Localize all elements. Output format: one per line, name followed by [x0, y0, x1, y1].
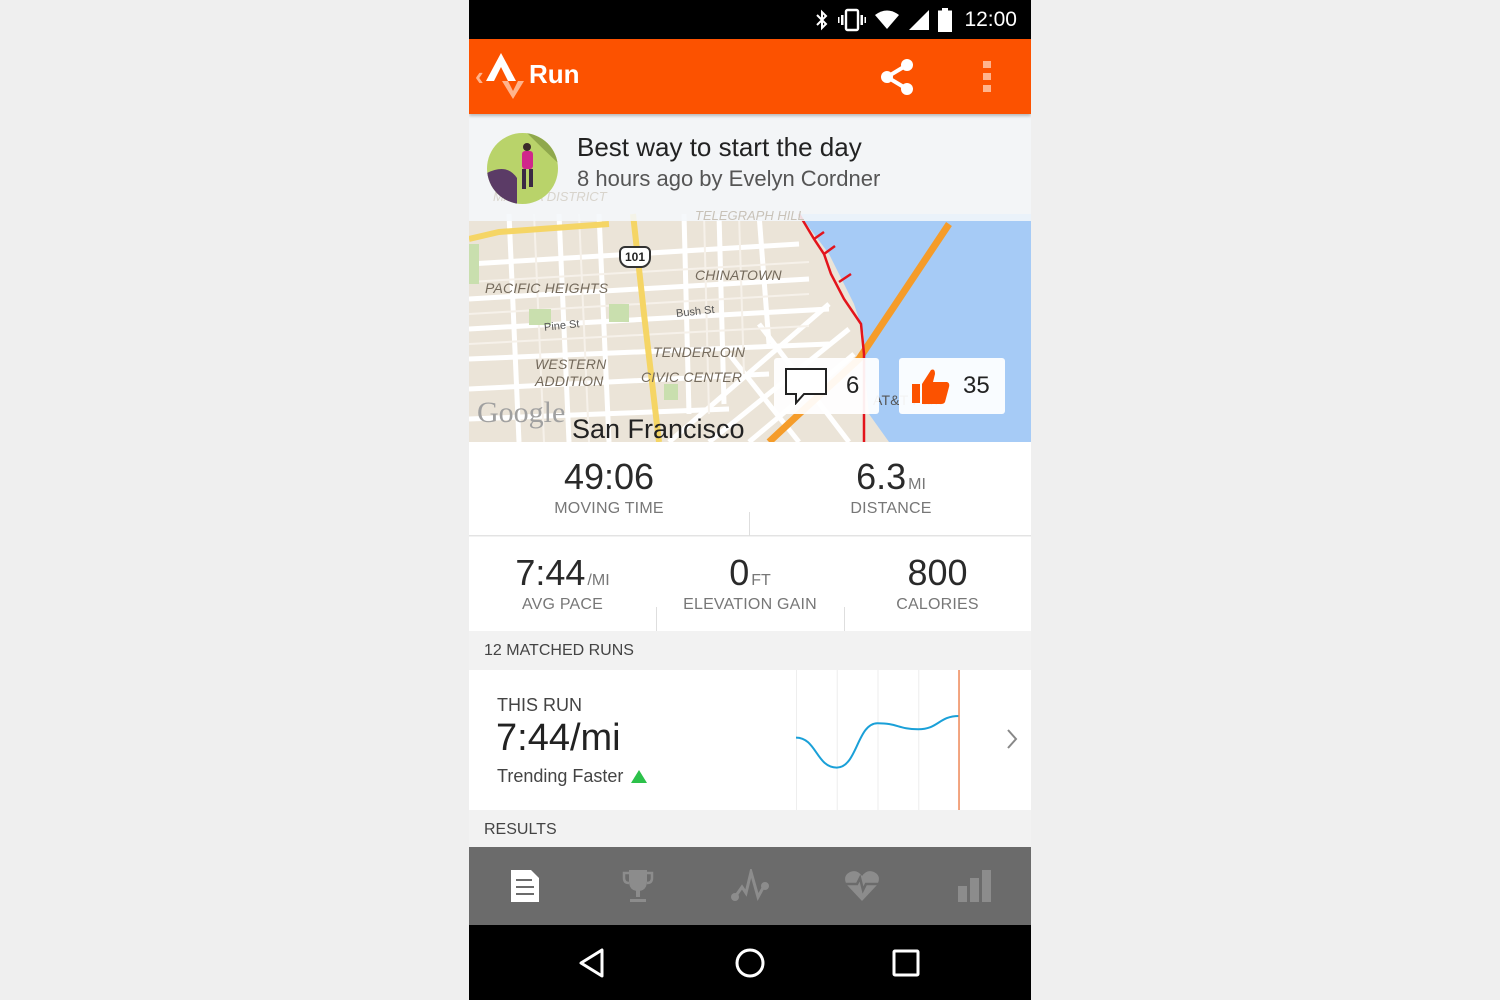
stat-label: AVG PACE — [521, 596, 604, 613]
app-bar: ‹ Run — [469, 39, 1031, 114]
matched-runs-header: 12 MATCHED RUNS — [469, 632, 1031, 670]
map-label: TELEGRAPH HILL — [695, 208, 805, 223]
phone-screen: 12:00 ‹ Run PACIFIC HEIGHTS CHINATOWN TE… — [469, 0, 1031, 1000]
battery-icon — [938, 8, 953, 32]
stat-moving-time: 49:06 MOVING TIME — [489, 456, 729, 518]
kudos-count: 35 — [963, 372, 990, 399]
comment-icon — [785, 368, 827, 405]
this-run-label: THIS RUN — [497, 695, 582, 715]
stat-label: MOVING TIME — [554, 500, 664, 517]
map-label: WESTERN — [535, 356, 607, 372]
map-label: PACIFIC HEIGHTS — [485, 280, 609, 296]
map-label: TENDERLOIN — [653, 344, 746, 360]
activity-header: MARINA DISTRICT TELEGRAPH HILL Best way … — [469, 114, 1031, 223]
results-header: RESULTS — [469, 811, 1031, 849]
stat-value: 6.3 — [856, 456, 907, 497]
share-icon[interactable] — [877, 57, 917, 97]
up-navigation-button[interactable]: ‹ — [475, 61, 484, 92]
pace-sparkline — [796, 670, 960, 810]
document-icon — [511, 870, 540, 902]
trend-indicator: Trending Faster — [497, 766, 648, 787]
more-vert-icon[interactable] — [977, 57, 997, 97]
map-label: CHINATOWN — [695, 267, 782, 283]
stat-label: DISTANCE — [850, 500, 932, 517]
app-bar-title: Run — [529, 59, 580, 89]
stats-row-primary: 49:06 MOVING TIME 6.3 MI DISTANCE — [469, 442, 1031, 536]
stat-unit: FT — [751, 572, 771, 589]
stats-row-secondary: 7:44/MI AVG PACE 0 FT ELEVATION GAIN 800 … — [469, 537, 1031, 631]
stat-value: 800 — [907, 552, 968, 593]
stat-value: 7:44 — [515, 552, 586, 593]
tab-analysis[interactable] — [694, 847, 806, 925]
this-run-pace: 7:44/mi — [496, 717, 621, 759]
stat-value: 0 — [729, 552, 750, 593]
bluetooth-icon — [816, 9, 828, 31]
cell-signal-icon — [909, 10, 930, 30]
stat-distance: 6.3 MI DISTANCE — [771, 456, 1011, 518]
thumbs-up-icon — [912, 369, 950, 404]
tab-splits[interactable] — [919, 847, 1031, 925]
tab-achievements[interactable] — [581, 847, 693, 925]
stat-label: ELEVATION GAIN — [683, 596, 817, 613]
google-attribution: Google — [477, 396, 566, 429]
divider — [749, 512, 750, 536]
activity-title: Best way to start the day — [577, 132, 862, 162]
system-nav-bar — [469, 925, 1031, 1000]
stat-avg-pace: 7:44/MI AVG PACE — [469, 552, 656, 614]
activity-subtitle: 8 hours ago by Evelyn Cordner — [577, 166, 881, 191]
matched-runs-card[interactable]: THIS RUN 7:44/mi Trending Faster — [469, 670, 1031, 810]
tab-heart-rate[interactable] — [806, 847, 918, 925]
map-city-label: San Francisco — [572, 414, 745, 442]
stat-label: CALORIES — [896, 596, 979, 613]
bottom-tab-bar — [469, 847, 1031, 925]
pulse-line-icon — [731, 869, 770, 901]
comments-count: 6 — [846, 372, 860, 399]
tab-overview[interactable] — [469, 847, 581, 925]
trophy-icon — [622, 870, 653, 902]
heart-rate-icon — [845, 871, 880, 901]
highway-shield: 101 — [619, 246, 651, 268]
vibrate-icon — [838, 8, 867, 32]
back-icon[interactable] — [576, 945, 612, 981]
status-bar: 12:00 — [469, 0, 1031, 39]
wifi-icon — [875, 10, 900, 29]
comments-button[interactable]: 6 — [774, 358, 879, 414]
home-icon[interactable] — [732, 945, 768, 981]
athlete-avatar[interactable] — [487, 133, 558, 204]
map-label: CIVIC CENTER — [641, 369, 743, 385]
chevron-right-icon[interactable] — [1005, 728, 1019, 750]
map-label: ADDITION — [535, 373, 604, 389]
recents-icon[interactable] — [888, 945, 924, 981]
stat-elevation-gain: 0 FT ELEVATION GAIN — [656, 552, 844, 614]
trend-up-icon — [631, 770, 648, 783]
stat-unit: MI — [908, 476, 926, 493]
bar-chart-icon — [957, 870, 991, 902]
stat-calories: 800 CALORIES — [844, 552, 1031, 614]
strava-logo-icon[interactable] — [486, 53, 524, 99]
stat-value: 49:06 — [563, 456, 655, 497]
stat-unit: /MI — [587, 572, 610, 589]
clock: 12:00 — [964, 8, 1017, 31]
trend-label: Trending Faster — [497, 766, 624, 786]
kudos-button[interactable]: 35 — [899, 358, 1005, 414]
